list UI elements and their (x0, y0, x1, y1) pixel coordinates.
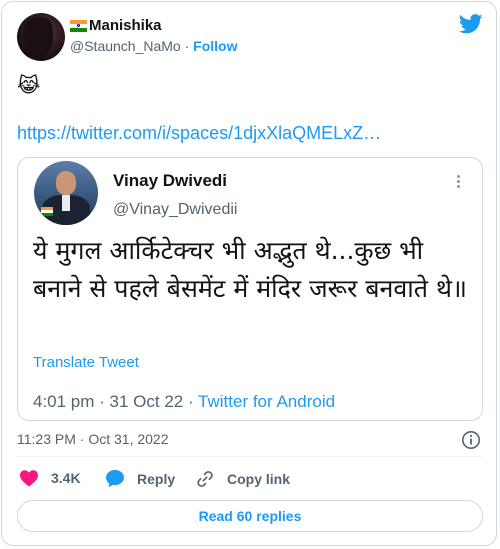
author-avatar[interactable] (17, 13, 65, 61)
read-replies-button[interactable]: Read 60 replies (17, 500, 483, 532)
quoted-tweet-source[interactable]: Twitter for Android (198, 392, 335, 411)
author-handle-row: @Staunch_NaMo · Follow (70, 38, 238, 54)
india-flag-icon (41, 207, 53, 216)
quoted-tweet-time[interactable]: 4:01 pm · 31 Oct 22 · (33, 392, 198, 411)
reply-bubble-icon (106, 470, 124, 487)
author-display-name[interactable]: Manishika (89, 17, 162, 34)
twitter-bird-icon[interactable] (459, 14, 483, 34)
tweet-link[interactable]: https://twitter.com/i/spaces/1djxXlaQMEL… (17, 123, 381, 144)
quoted-tweet-meta: 4:01 pm · 31 Oct 22 · Twitter for Androi… (33, 392, 335, 412)
india-flag-icon (70, 19, 87, 32)
quoted-author-name[interactable]: Vinay Dwivedi (113, 171, 227, 191)
translate-tweet-link[interactable]: Translate Tweet (33, 354, 139, 371)
avatar-hair-shape (23, 17, 53, 57)
divider (17, 456, 483, 457)
quoted-tweet[interactable]: Vinay Dwivedi @Vinay_Dwivedii ये मुगल आर… (17, 157, 483, 421)
like-button[interactable]: 3.4K (19, 469, 81, 487)
copy-link-button[interactable]: Copy link (195, 469, 290, 489)
handle-separator: · (184, 38, 190, 54)
like-count: 3.4K (51, 470, 81, 486)
follow-button[interactable]: Follow (193, 38, 237, 54)
link-chain-icon (197, 471, 213, 487)
reply-label: Reply (137, 470, 176, 487)
heart-icon (20, 470, 38, 487)
author-handle[interactable]: @Staunch_NaMo (70, 38, 181, 54)
tweet-timestamp[interactable]: 11:23 PM · Oct 31, 2022 (17, 431, 169, 447)
info-icon[interactable] (461, 430, 481, 450)
more-options-icon[interactable] (448, 171, 468, 191)
quoted-tweet-text: ये मुगल आर्किटेक्चर भी अद्भुत थे...कुछ भ… (33, 236, 467, 303)
author-name-row[interactable]: Manishika (70, 17, 162, 34)
tweet-emoji: 😹 (17, 73, 41, 97)
quoted-author-handle[interactable]: @Vinay_Dwivedii (113, 201, 237, 219)
quoted-avatar[interactable] (34, 161, 98, 225)
copy-link-label: Copy link (227, 471, 291, 487)
reply-button[interactable]: Reply (105, 469, 175, 488)
